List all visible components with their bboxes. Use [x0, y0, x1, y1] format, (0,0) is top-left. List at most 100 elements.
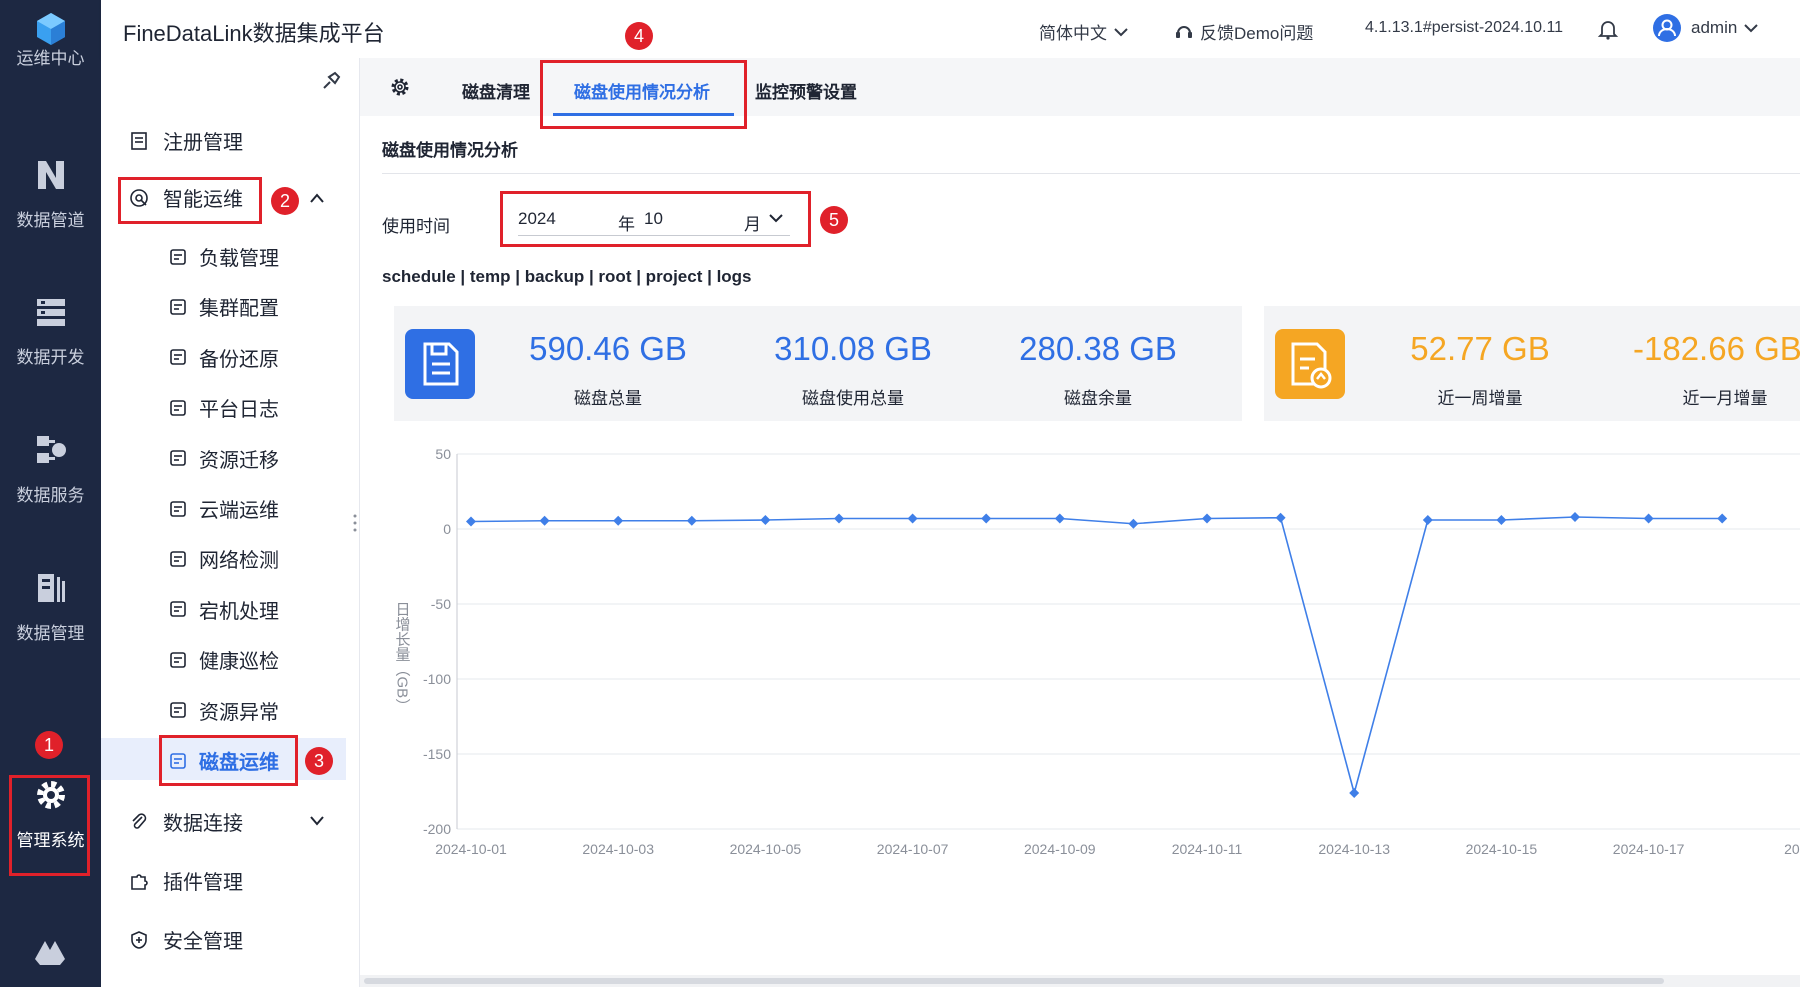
data-point: [1422, 515, 1433, 525]
rail-item-label: 数据管道: [16, 211, 85, 230]
y-tick-label: 0: [443, 521, 451, 537]
stat-label: 磁盘余量: [1064, 389, 1132, 408]
data-point: [834, 513, 844, 524]
sidebar-item-security[interactable]: 安全管理: [129, 925, 243, 954]
data-point: [907, 513, 918, 524]
rail-item-label: 数据管理: [16, 624, 85, 643]
feedback-link[interactable]: 反馈Demo问题: [1174, 19, 1313, 44]
settings-gear-icon[interactable]: [389, 76, 411, 98]
sidebar-sub-item-label: 资源异常: [199, 701, 279, 724]
annotation-badge: 1: [35, 731, 63, 759]
annotation-badge: 4: [625, 22, 653, 50]
x-tick-label: 2024-10-09: [1024, 841, 1096, 857]
chevron-down-icon[interactable]: [309, 815, 325, 827]
stat-label: 磁盘总量: [574, 389, 642, 408]
data-point: [1496, 515, 1507, 525]
pipeline-icon: [37, 161, 64, 189]
sidebar-item-label: 数据连接: [163, 813, 243, 835]
gear-small-icon: [170, 651, 186, 668]
sidebar-sub-item-label: 云端运维: [199, 500, 279, 522]
y-axis-label: 日增长量（GB）: [394, 602, 411, 714]
sidebar-sub-item-backup[interactable]: 备份还原: [169, 343, 279, 372]
sidebar-sub-item-label: 平台日志: [199, 399, 279, 422]
rail-item-manage[interactable]: 数据管理: [0, 571, 101, 644]
feedback-label: 反馈Demo问题: [1200, 24, 1314, 43]
version-label: 4.1.13.1#persist-2024.10.11: [1365, 19, 1564, 36]
rail-item-service[interactable]: 数据服务: [0, 433, 101, 506]
sidebar-sub-item-network[interactable]: 网络检测: [169, 544, 279, 573]
backup-icon: [170, 349, 186, 366]
data-point: [760, 515, 771, 525]
scrollbar-thumb[interactable]: [364, 978, 1664, 984]
sidebar-sub-item-resource-anomaly[interactable]: 资源异常: [169, 696, 279, 725]
x-tick-label: 2024-10-07: [877, 841, 949, 857]
rail-item-ops-center[interactable]: 运维中心: [0, 44, 101, 69]
stat-card-growth: 52.77 GB 近一周增量 -182.66 GB 近一月增量: [1264, 306, 1800, 421]
stat-card-capacity: 590.46 GB 磁盘总量 310.08 GB 磁盘使用总量 280.38 G…: [394, 306, 1242, 421]
chevron-down-icon: [1744, 24, 1759, 33]
pin-icon[interactable]: [320, 70, 342, 92]
chevron-up-icon[interactable]: [309, 192, 325, 204]
sidebar-item-registration[interactable]: 注册管理: [129, 126, 243, 155]
top-bar: FineDataLink数据集成平台 简体中文 反馈Demo问题 4.1.13.…: [101, 0, 1800, 58]
logo-icon: [36, 13, 65, 45]
stat-label: 近一周增量: [1437, 389, 1523, 408]
sidebar-sub-item-label: 资源迁移: [199, 449, 279, 472]
y-tick-label: -100: [423, 671, 451, 687]
avatar-icon: [1653, 14, 1681, 42]
drive-icon[interactable]: [34, 940, 66, 966]
x-tick-label: 2024-10-17: [1613, 841, 1685, 857]
rail-item-pipeline[interactable]: 数据管道: [0, 158, 101, 231]
annotation-box-2: [118, 177, 262, 224]
sidebar-sub-item-label: 健康巡检: [199, 651, 279, 674]
sidebar-item-label: 安全管理: [163, 931, 243, 953]
stat-label: 近一月增量: [1682, 389, 1768, 408]
annotation-badge: 2: [271, 187, 299, 215]
lightning-icon: [170, 601, 186, 618]
annotation-badge: 3: [305, 747, 333, 775]
cloud-icon: [170, 500, 186, 517]
section-title: 磁盘使用情况分析: [382, 141, 518, 160]
stat-value: 590.46 GB: [529, 330, 687, 367]
user-menu[interactable]: admin: [1653, 14, 1759, 42]
sidebar-item-label: 插件管理: [163, 872, 243, 894]
data-point: [1349, 788, 1360, 798]
y-tick-label: -150: [423, 746, 451, 762]
sidebar-sub-item-downtime[interactable]: 宕机处理: [169, 595, 279, 624]
tab-monitor-alert-settings[interactable]: 监控预警设置: [755, 78, 857, 103]
bell-icon[interactable]: [1597, 18, 1619, 40]
sidebar-sub-item-log[interactable]: 平台日志: [169, 393, 279, 422]
data-point: [466, 516, 476, 527]
sidebar-sub-item-health[interactable]: 健康巡检: [169, 645, 279, 674]
sidebar-item-plugin[interactable]: 插件管理: [129, 866, 243, 895]
data-point: [1054, 513, 1065, 524]
x-tick-label: 2024-10-03: [582, 841, 654, 857]
horizontal-scrollbar[interactable]: [360, 975, 1800, 987]
shield-icon: [131, 930, 147, 949]
box-icon: [170, 248, 186, 265]
tab-disk-cleanup[interactable]: 磁盘清理: [462, 78, 530, 103]
develop-icon: [36, 299, 65, 326]
sidebar-item-data-connection[interactable]: 数据连接: [129, 807, 243, 836]
language-select[interactable]: 简体中文: [1039, 19, 1129, 44]
sidebar-sub-item-cluster[interactable]: 集群配置: [169, 292, 279, 321]
y-tick-label: -200: [423, 821, 451, 837]
sidebar-sub-item-load[interactable]: 负载管理: [169, 242, 279, 271]
calendar-icon: [170, 399, 186, 416]
rail-item-develop[interactable]: 数据开发: [0, 295, 101, 368]
sidebar-sub-item-disk-ops[interactable]: 磁盘运维: [169, 746, 279, 775]
sidebar-sub-item-cloud[interactable]: 云端运维: [169, 494, 279, 523]
stat-label: 磁盘使用总量: [802, 389, 904, 408]
data-point: [1570, 512, 1580, 522]
data-point: [981, 513, 992, 524]
app-title: FineDataLink数据集成平台: [123, 21, 385, 46]
y-tick-label: -50: [431, 596, 451, 612]
user-name: admin: [1691, 18, 1738, 37]
data-point: [613, 515, 624, 526]
x-tick-label: 2024-10-15: [1466, 841, 1538, 857]
service-icon: [36, 436, 66, 463]
sidebar-sub-item-migration[interactable]: 资源迁移: [169, 444, 279, 473]
path-list: schedule | temp | backup | root | projec…: [382, 267, 752, 286]
y-tick-label: 50: [435, 446, 451, 462]
anomaly-icon: [170, 702, 186, 718]
